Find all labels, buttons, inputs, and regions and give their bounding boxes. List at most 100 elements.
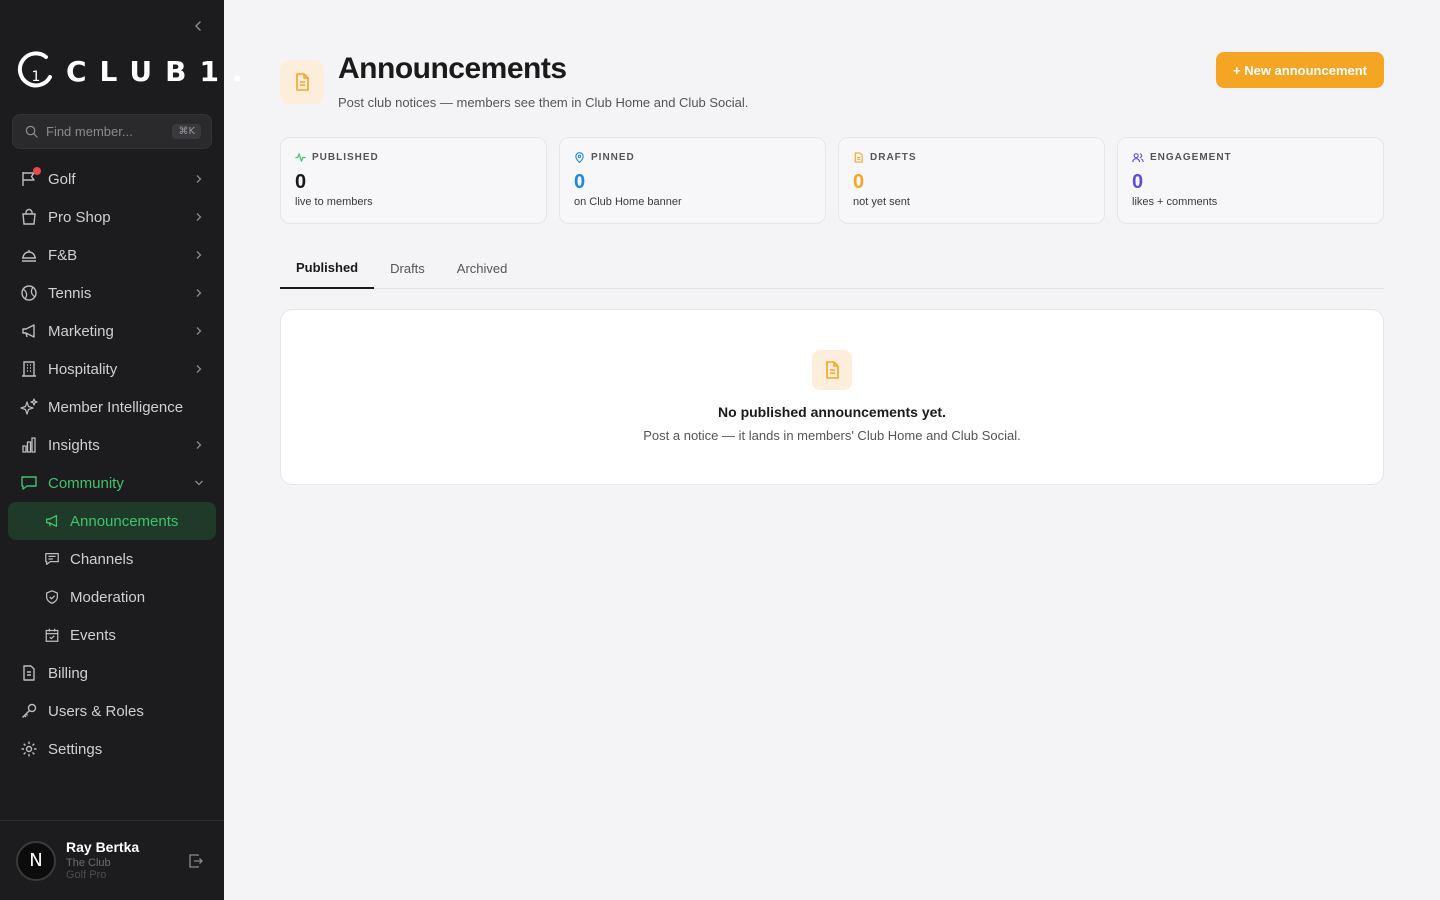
chevron-left-icon [194, 21, 201, 31]
search-shortcut: ⌘K [172, 124, 201, 139]
sidebar-item-marketing[interactable]: Marketing [0, 312, 224, 350]
stats-row: PUBLISHED 0 live to members PINNED 0 on … [280, 137, 1384, 224]
sidebar-subitem-channels[interactable]: Channels [8, 540, 216, 578]
user-profile[interactable]: N Ray Bertka The Club Golf Pro [0, 820, 224, 900]
sidebar-item-label: Users & Roles [48, 702, 144, 720]
sidebar-item-billing[interactable]: Billing [0, 654, 224, 692]
tab-archived[interactable]: Archived [441, 248, 524, 289]
sidebar-subitem-events[interactable]: Events [8, 616, 216, 654]
sidebar-item-tennis[interactable]: Tennis [0, 274, 224, 312]
announcement-tabs: Published Drafts Archived [280, 248, 1384, 289]
sidebar-item-hospitality[interactable]: Hospitality [0, 350, 224, 388]
sidebar-item-member-intelligence[interactable]: Member Intelligence [0, 388, 224, 426]
pin-icon [575, 152, 584, 163]
calendar-icon [45, 628, 59, 642]
document-icon [854, 152, 863, 163]
sidebar-item-fnb[interactable]: F&B [0, 236, 224, 274]
sidebar-item-label: F&B [48, 246, 78, 264]
sidebar-item-label: Marketing [48, 322, 114, 340]
chevron-down-icon [195, 480, 203, 486]
sidebar-item-insights[interactable]: Insights [0, 426, 224, 464]
tab-drafts[interactable]: Drafts [374, 248, 441, 289]
stat-label: ENGAGEMENT [1150, 152, 1232, 163]
sidebar-item-golf[interactable]: Golf [0, 160, 224, 198]
food-tray-icon [22, 250, 36, 262]
gear-icon [21, 741, 37, 757]
bar-chart-icon [22, 437, 36, 453]
chevron-right-icon [196, 289, 202, 297]
tennis-ball-icon [21, 285, 37, 301]
sidebar-nav: Golf Pro Shop F&B Tennis Marketing Hospi… [0, 160, 224, 768]
chevron-right-icon [196, 251, 202, 259]
empty-state-description: Post a notice — it lands in members' Clu… [643, 428, 1021, 443]
sidebar-item-settings[interactable]: Settings [0, 730, 224, 768]
collapse-sidebar-button[interactable] [188, 16, 208, 36]
shopping-bag-icon [22, 208, 36, 225]
sidebar-subitem-label: Events [70, 626, 116, 644]
users-icon [1132, 153, 1144, 163]
sidebar-item-label: Community [48, 474, 124, 492]
avatar[interactable]: N [16, 840, 56, 881]
empty-state-title: No published announcements yet. [718, 404, 946, 420]
sidebar-subitem-announcements[interactable]: Announcements [8, 502, 216, 540]
club1-logo[interactable]: 1 CLUB1. [16, 50, 256, 92]
chevron-right-icon [196, 175, 202, 183]
sidebar-subitem-label: Moderation [70, 588, 146, 606]
megaphone-icon [22, 324, 35, 338]
stat-label: DRAFTS [870, 152, 917, 163]
stat-value: 0 [853, 171, 865, 193]
empty-state: No published announcements yet. Post a n… [280, 309, 1384, 485]
tab-published[interactable]: Published [280, 248, 375, 289]
chevron-right-icon [196, 327, 202, 335]
activity-icon [295, 153, 306, 162]
chat-bubble-icon [21, 476, 37, 490]
sidebar-item-label: Golf [48, 170, 76, 188]
stat-description: likes + comments [1132, 196, 1218, 208]
sidebar-item-pro-shop[interactable]: Pro Shop [0, 198, 224, 236]
stat-label: PINNED [591, 152, 635, 163]
sidebar-item-label: Settings [48, 740, 103, 758]
search-input[interactable] [46, 124, 166, 139]
stat-card-pinned: PINNED 0 on Club Home banner [559, 137, 826, 224]
chevron-right-icon [196, 365, 202, 373]
user-role: Golf Pro [66, 868, 107, 881]
notification-dot [33, 167, 41, 175]
sidebar-item-label: Member Intelligence [48, 398, 184, 416]
search-icon [25, 125, 38, 138]
main-content: Announcements Post club notices — member… [224, 0, 1440, 900]
logout-button[interactable] [188, 853, 204, 874]
building-icon [22, 361, 36, 377]
member-search[interactable]: ⌘K [12, 114, 212, 149]
stat-label: PUBLISHED [312, 152, 379, 163]
empty-state-icon [812, 350, 852, 390]
sidebar: 1 CLUB1. ⌘K Golf Pro Shop F&B Tennis [0, 0, 243, 900]
user-name: Ray Bertka [66, 838, 140, 855]
sidebar-item-label: Hospitality [48, 360, 118, 378]
sidebar-item-label: Pro Shop [48, 208, 111, 226]
logo-mark-icon: 1 [17, 51, 52, 88]
sidebar-subitem-label: Channels [70, 550, 134, 568]
sidebar-item-users-roles[interactable]: Users & Roles [0, 692, 224, 730]
shield-icon [46, 590, 58, 604]
stat-card-engagement: ENGAGEMENT 0 likes + comments [1117, 137, 1384, 224]
sidebar-subitem-label: Announcements [70, 512, 179, 530]
stat-value: 0 [574, 171, 586, 193]
stat-description: on Club Home banner [574, 196, 682, 208]
page-title: Announcements [338, 52, 567, 85]
stat-description: live to members [295, 196, 373, 208]
document-icon [23, 665, 35, 681]
chat-bubble-icon [45, 553, 59, 565]
stat-description: not yet sent [853, 196, 910, 208]
chevron-right-icon [196, 441, 202, 449]
logo-mark: 1 [32, 69, 41, 85]
sidebar-subitem-moderation[interactable]: Moderation [8, 578, 216, 616]
logout-icon [189, 854, 203, 868]
sidebar-item-community[interactable]: Community [0, 464, 224, 502]
stat-value: 0 [1132, 171, 1144, 193]
stat-card-drafts: DRAFTS 0 not yet sent [838, 137, 1105, 224]
sidebar-item-label: Billing [48, 664, 89, 682]
key-icon [22, 703, 37, 718]
page-subtitle: Post club notices — members see them in … [338, 95, 749, 110]
new-announcement-button[interactable]: + New announcement [1216, 52, 1384, 88]
sidebar-item-label: Tennis [48, 284, 92, 302]
